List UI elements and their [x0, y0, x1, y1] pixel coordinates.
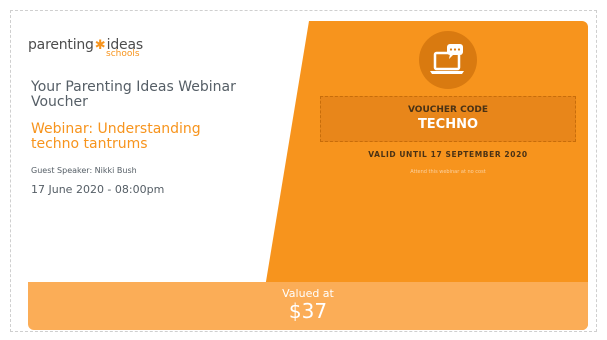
webinar-title: Webinar: Understanding techno tantrums [31, 121, 201, 152]
voucher-code[interactable]: TECHNO [321, 117, 575, 132]
valued-amount: $37 [288, 299, 328, 323]
logo-text-parenting: parenting [28, 37, 94, 53]
parenting-ideas-logo: parenting✱ideas schools [28, 34, 143, 59]
attend-note: Attend this webinar at no cost [410, 169, 486, 175]
laptop-chat-icon [419, 31, 477, 89]
guest-speaker: Guest Speaker: Nikki Bush [31, 166, 137, 175]
voucher-card: Valued at $37 [28, 21, 588, 330]
logo-text-schools: schools [106, 49, 140, 59]
valid-until: VALID UNTIL 17 SEPTEMBER 2020 [368, 150, 528, 159]
voucher-code-box: VOUCHER CODE TECHNO [320, 96, 576, 142]
logo-star-icon: ✱ [94, 38, 106, 53]
webinar-date: 17 June 2020 - 08:00pm [31, 183, 165, 196]
voucher-title: Your Parenting Ideas Webinar Voucher [31, 79, 236, 110]
voucher-code-label: VOUCHER CODE [408, 105, 488, 115]
